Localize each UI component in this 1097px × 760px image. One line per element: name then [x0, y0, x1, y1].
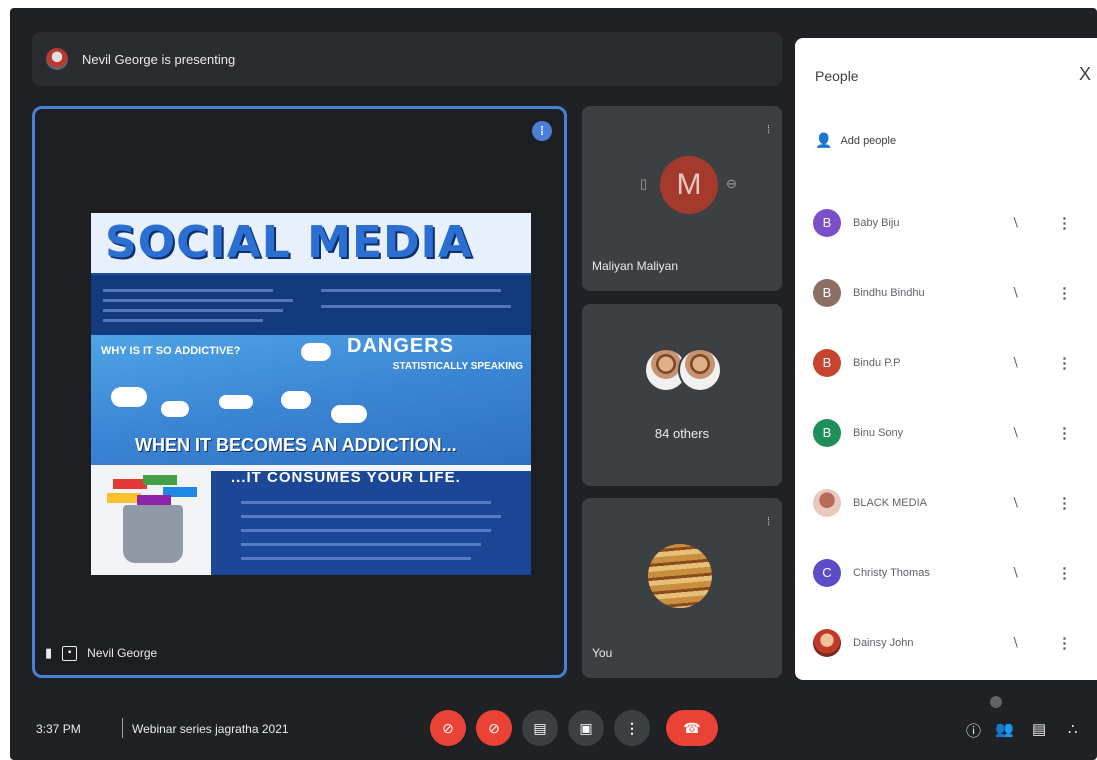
slide-consumes-text: ...IT CONSUMES YOUR LIFE. [231, 469, 461, 486]
mic-off-icon[interactable]: ∖ [1011, 355, 1019, 371]
mic-off-icon[interactable]: ∖ [1011, 565, 1019, 581]
mic-off-icon[interactable]: ∖ [1011, 495, 1019, 511]
participant-tile-others[interactable]: 84 others [582, 304, 782, 486]
bottom-control-bar: 3:37 PM Webinar series jagratha 2021 ⊘ ⊘… [10, 696, 1097, 760]
captions-button[interactable]: ▤ [522, 710, 558, 746]
presenting-text: Nevil George is presenting [82, 51, 236, 67]
more-vert-icon[interactable]: ⋮ [1057, 634, 1072, 652]
tile-mic-icon: ⁞ [766, 516, 770, 528]
list-item[interactable]: B Bindu P.P ∖ ⋮ [795, 328, 1097, 398]
more-vert-icon[interactable]: ⋮ [1057, 354, 1072, 372]
slide-dangers-text: DANGERS [347, 335, 455, 357]
person-name: BLACK MEDIA [853, 497, 927, 509]
pin-icon[interactable]: ▮ [45, 645, 52, 661]
slide-bucket-graphic [123, 505, 183, 563]
add-person-icon: 👤 [815, 132, 833, 148]
person-name: Binu Sony [853, 427, 904, 439]
participant-count-badge [990, 696, 1002, 708]
camera-button[interactable]: ⊘ [476, 710, 512, 746]
slide-consumes-panel [211, 471, 531, 575]
panel-title: People [815, 68, 859, 84]
meeting-time: 3:37 PM [36, 722, 81, 736]
list-item[interactable]: B Baby Biju ∖ ⋮ [795, 188, 1097, 258]
end-call-button[interactable]: ☎ [666, 710, 718, 746]
others-avatars [644, 348, 724, 398]
more-vert-icon[interactable]: ⋮ [1057, 284, 1072, 302]
slide-why-text: WHY IS IT SO ADDICTIVE? [101, 345, 241, 357]
presenter-avatar [46, 48, 68, 70]
avatar: B [813, 279, 841, 307]
mic-off-icon[interactable]: ∖ [1011, 635, 1019, 651]
presenting-bar: Nevil George is presenting [32, 32, 782, 86]
list-item[interactable]: C Christy Thomas ∖ ⋮ [795, 538, 1097, 608]
avatar: C [813, 559, 841, 587]
person-name: Christy Thomas [853, 567, 930, 579]
info-icon[interactable]: ⓘ [966, 720, 981, 741]
participant-tile-you[interactable]: ⁞ You [582, 498, 782, 678]
people-icon[interactable]: 👥 [995, 720, 1014, 738]
captions-icon: ▤ [533, 720, 547, 736]
slide-addiction-text: WHEN IT BECOMES AN ADDICTION... [135, 435, 457, 455]
avatar [813, 629, 841, 657]
remove-participant-icon[interactable]: ⊖ [726, 176, 737, 192]
avatar [648, 544, 712, 608]
avatar: B [813, 209, 841, 237]
add-people-label: Add people [840, 134, 897, 147]
add-people-button[interactable]: 👤 Add people [815, 132, 896, 149]
mic-off-icon[interactable]: ∖ [1011, 215, 1019, 231]
more-vert-icon[interactable]: ⋮ [1057, 214, 1072, 232]
presentation-tile[interactable]: ⁞ SOCIAL MEDIA WHY IS IT SO ADDICTIVE? D [32, 106, 567, 678]
mic-button[interactable]: ⊘ [430, 710, 466, 746]
people-panel: People X 👤 Add people B Baby Biju ∖ ⋮ B … [795, 38, 1097, 680]
list-item[interactable]: BLACK MEDIA ∖ ⋮ [795, 468, 1097, 538]
list-item[interactable]: Dainsy John ∖ ⋮ [795, 608, 1097, 678]
tile-options-icon[interactable]: ⁞ [532, 121, 552, 141]
avatar: B [813, 419, 841, 447]
activities-icon[interactable]: ∴ [1068, 720, 1078, 738]
person-name: Bindu P.P [853, 357, 901, 369]
person-name: Baby Biju [853, 217, 900, 229]
present-icon: ▣ [579, 720, 593, 736]
others-count: 84 others [654, 426, 710, 441]
participant-tile-maliyan[interactable]: ⁞ ▯ M ⊖ Maliyan Maliyan [582, 106, 782, 291]
slide-stats-text: STATISTICALLY SPEAKING [392, 361, 523, 372]
more-options-button[interactable]: ⋮ [614, 710, 650, 746]
mic-off-icon[interactable]: ∖ [1011, 425, 1019, 441]
present-button[interactable]: ▣ [568, 710, 604, 746]
person-name: Dainsy John [853, 637, 914, 649]
tile-mic-icon: ⁞ [766, 124, 770, 136]
chat-icon[interactable]: ▤ [1032, 720, 1046, 738]
list-item[interactable]: B Bindhu Bindhu ∖ ⋮ [795, 258, 1097, 328]
pin-participant-icon[interactable]: ▯ [640, 176, 647, 192]
participant-name: Maliyan Maliyan [592, 259, 679, 273]
avatar: M [660, 156, 718, 214]
slide-title: SOCIAL MEDIA [91, 213, 531, 273]
more-vert-icon[interactable]: ⋮ [1057, 494, 1072, 512]
avatar [813, 489, 841, 517]
more-vert-icon: ⋮ [625, 720, 639, 736]
presenter-name: Nevil George [87, 646, 158, 660]
meeting-name: Webinar series jagratha 2021 [132, 722, 289, 736]
avatar [678, 348, 722, 392]
more-vert-icon[interactable]: ⋮ [1057, 424, 1072, 442]
meet-window: Nevil George is presenting ⁞ SOCIAL MEDI… [10, 8, 1097, 760]
close-icon[interactable]: X [1079, 64, 1091, 85]
more-vert-icon[interactable]: ⋮ [1057, 564, 1072, 582]
mic-off-icon: ⊘ [442, 720, 454, 736]
mic-off-icon[interactable]: ∖ [1011, 285, 1019, 301]
end-call-icon: ☎ [683, 720, 701, 736]
presentation-tile-footer: ▮ ▪ Nevil George [45, 645, 157, 661]
divider [122, 718, 123, 738]
shared-slide: SOCIAL MEDIA WHY IS IT SO ADDICTIVE? DAN… [91, 213, 531, 575]
camera-off-icon: ⊘ [488, 720, 500, 736]
presenting-screen-icon: ▪ [62, 645, 78, 661]
participant-name: You [592, 646, 613, 660]
people-list: B Baby Biju ∖ ⋮ B Bindhu Bindhu ∖ ⋮ B Bi… [795, 188, 1097, 678]
list-item[interactable]: B Binu Sony ∖ ⋮ [795, 398, 1097, 468]
avatar: B [813, 349, 841, 377]
person-name: Bindhu Bindhu [853, 287, 925, 299]
